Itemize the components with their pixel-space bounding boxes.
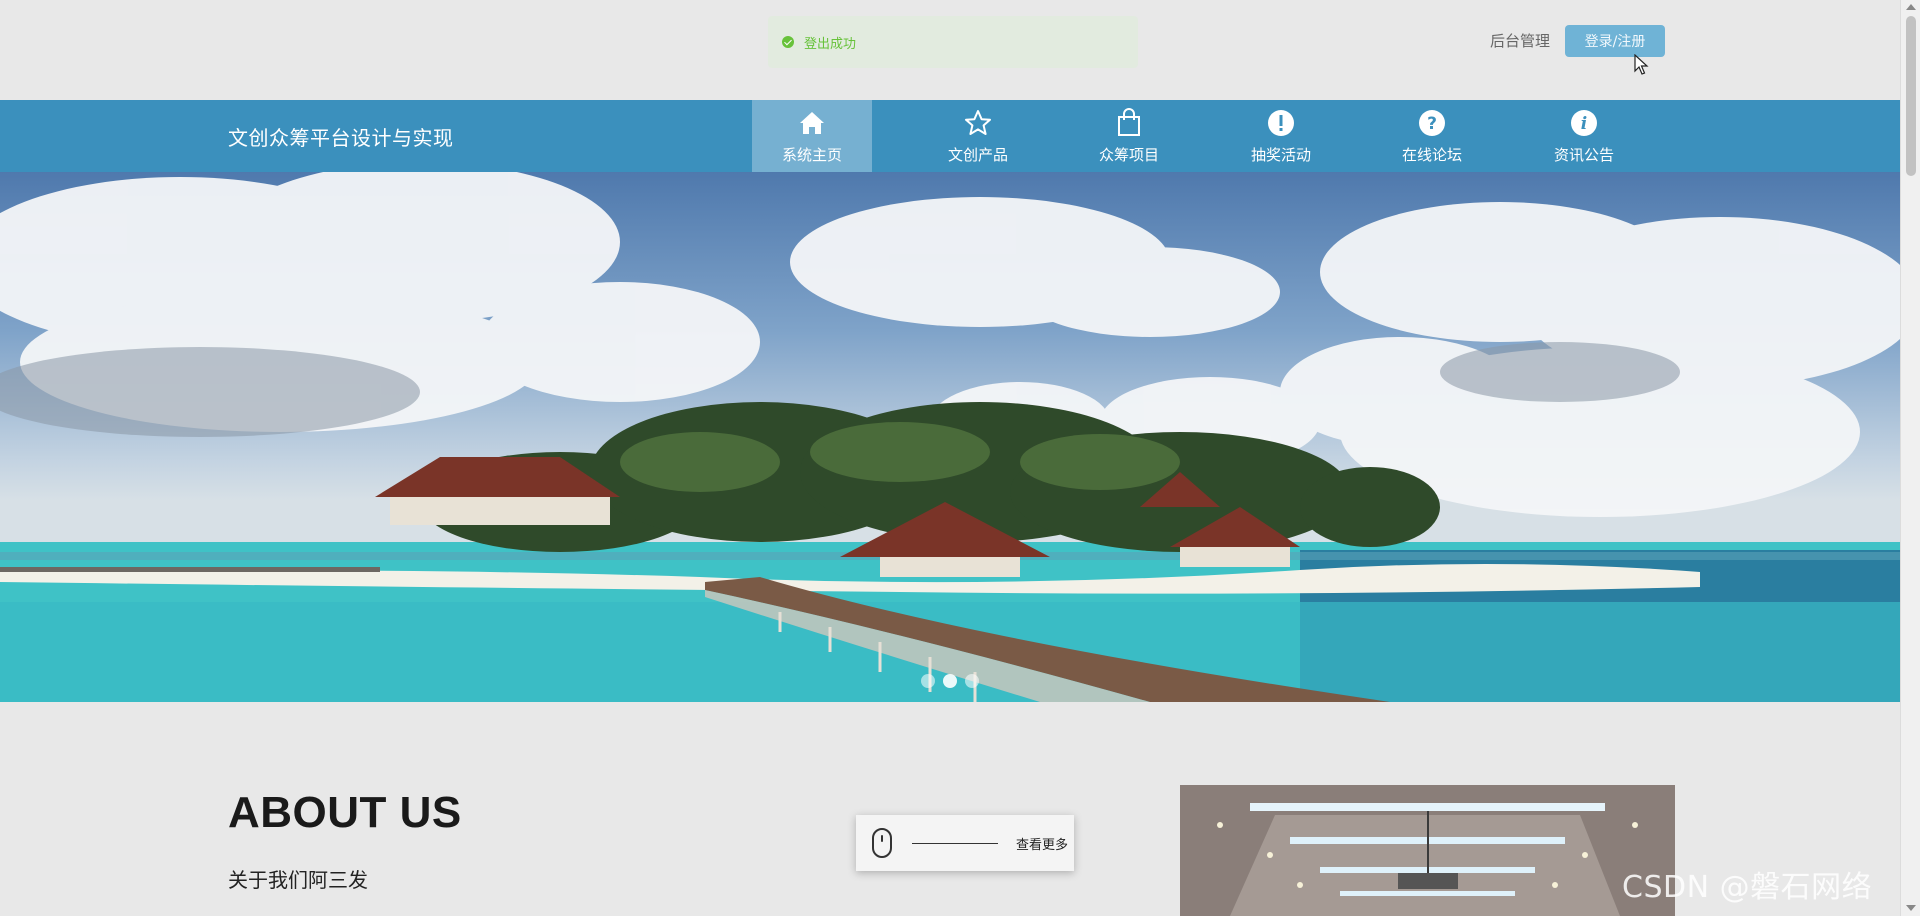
view-more-button[interactable]: 查看更多 bbox=[856, 815, 1074, 871]
nav-item-home[interactable]: 系统主页 bbox=[752, 100, 872, 172]
nav-item-products[interactable]: 文创产品 bbox=[918, 100, 1038, 172]
toast-message: 登出成功 bbox=[804, 36, 857, 52]
nav-item-news[interactable]: i 资讯公告 bbox=[1524, 100, 1644, 172]
check-circle-icon bbox=[782, 36, 794, 48]
nav-label: 抽奖活动 bbox=[1250, 146, 1311, 164]
nav-item-forum[interactable]: ? 在线论坛 bbox=[1372, 100, 1492, 172]
nav-label: 系统主页 bbox=[781, 146, 842, 164]
home-icon bbox=[797, 108, 827, 138]
about-section: ABOUT US 关于我们阿三发 查看更多 bbox=[0, 702, 1900, 916]
admin-link[interactable]: 后台管理 bbox=[1490, 30, 1550, 51]
logout-success-toast: 登出成功 bbox=[768, 16, 1138, 68]
scroll-up-arrow-icon[interactable] bbox=[1906, 4, 1916, 10]
carousel-dot[interactable] bbox=[943, 674, 957, 688]
question-circle-icon: ? bbox=[1417, 108, 1447, 138]
banner-image bbox=[0, 172, 1900, 702]
carousel-indicators bbox=[0, 674, 1900, 688]
nav-label: 在线论坛 bbox=[1401, 146, 1462, 164]
mouse-icon bbox=[872, 828, 892, 858]
site-title: 文创众筹平台设计与实现 bbox=[228, 126, 454, 150]
login-register-button[interactable]: 登录/注册 bbox=[1565, 25, 1665, 57]
nav-label: 众筹项目 bbox=[1098, 146, 1159, 164]
carousel-dot[interactable] bbox=[965, 674, 979, 688]
scroll-down-arrow-icon[interactable] bbox=[1906, 905, 1916, 911]
nav-label: 文创产品 bbox=[947, 146, 1008, 164]
about-subtitle: 关于我们阿三发 bbox=[228, 868, 368, 892]
scroll-thumb[interactable] bbox=[1906, 16, 1916, 176]
watermark: CSDN @磐石网络 bbox=[1622, 870, 1873, 905]
main-navbar: 文创众筹平台设计与实现 系统主页 文创产品 众筹项目 抽奖活动 ? 在线论坛 i… bbox=[0, 100, 1900, 172]
mouse-cursor-icon bbox=[1634, 54, 1649, 75]
nav-item-crowdfunding[interactable]: 众筹项目 bbox=[1069, 100, 1189, 172]
about-photo bbox=[1180, 785, 1675, 916]
nav-label: 资讯公告 bbox=[1553, 146, 1614, 164]
view-more-label: 查看更多 bbox=[1016, 837, 1069, 853]
divider-line bbox=[912, 842, 998, 844]
nav-item-lottery[interactable]: 抽奖活动 bbox=[1221, 100, 1341, 172]
carousel-dot[interactable] bbox=[921, 674, 935, 688]
svg-text:?: ? bbox=[1427, 114, 1437, 134]
svg-text:i: i bbox=[1581, 114, 1587, 134]
about-heading: ABOUT US bbox=[228, 788, 462, 837]
shopping-bag-icon bbox=[1114, 108, 1144, 138]
exclamation-circle-icon bbox=[1266, 108, 1296, 138]
hero-banner[interactable] bbox=[0, 172, 1900, 702]
star-icon bbox=[963, 108, 993, 138]
info-circle-icon: i bbox=[1569, 108, 1599, 138]
scrollbar[interactable] bbox=[1900, 0, 1920, 916]
top-bar: 登出成功 后台管理 登录/注册 bbox=[0, 0, 1900, 100]
